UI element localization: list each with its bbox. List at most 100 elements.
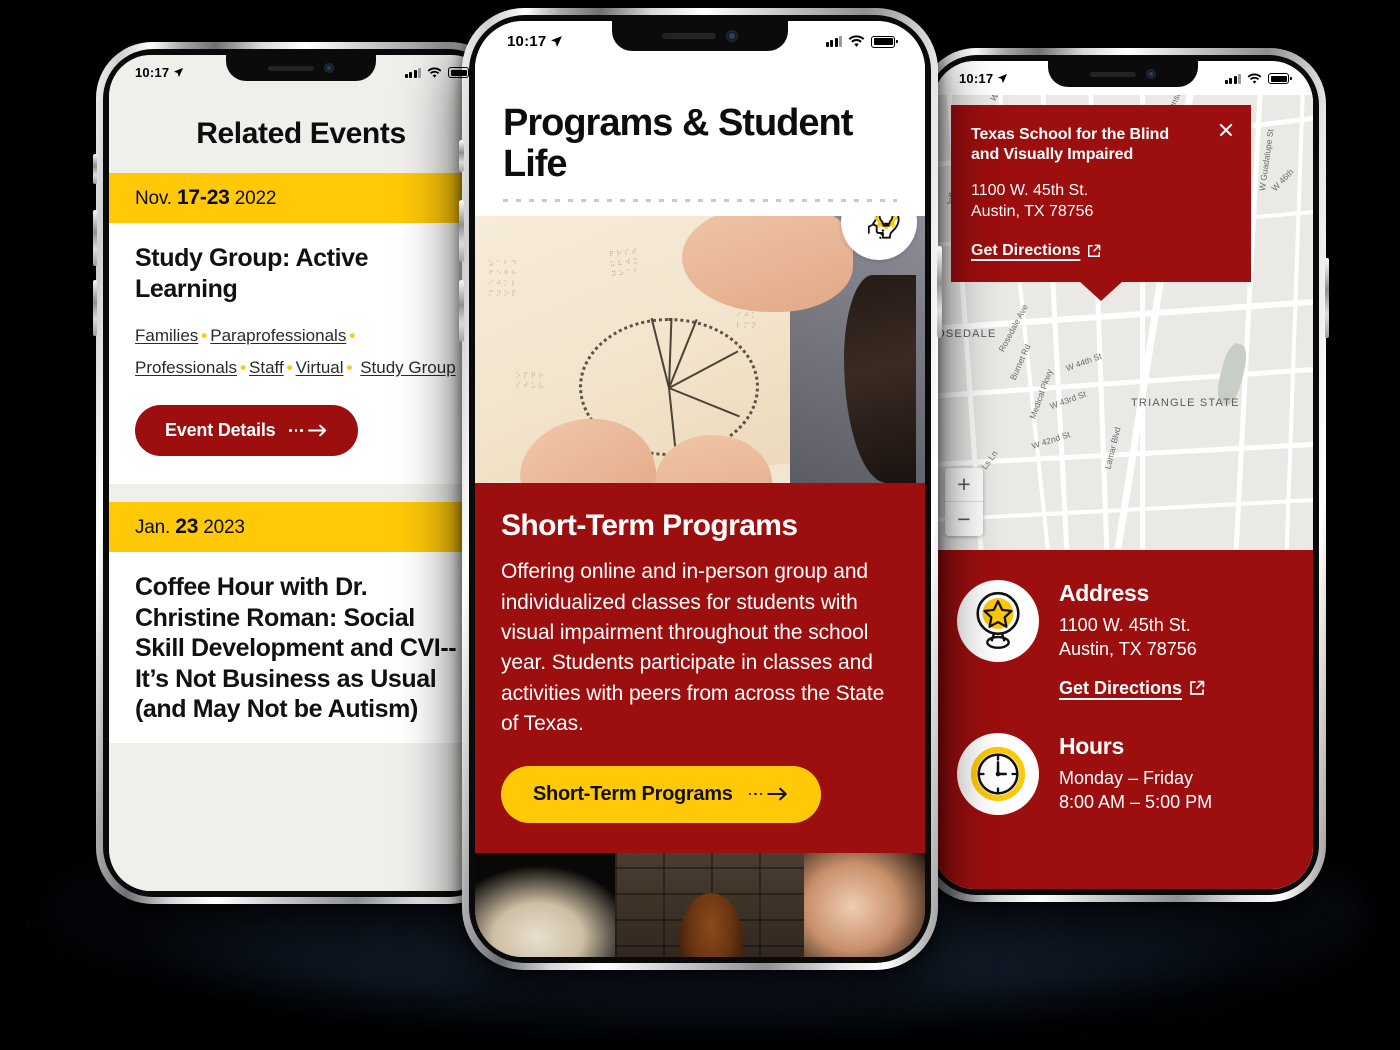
dotted-divider: [503, 199, 897, 203]
map-road: [1284, 95, 1305, 550]
event-card[interactable]: Nov. 17-23 2022 Study Group: Active Lear…: [109, 173, 493, 485]
hours-heading: Hours: [1059, 732, 1124, 759]
external-link-icon: [1088, 244, 1101, 258]
stage-photo-center: [614, 852, 804, 957]
get-directions-link[interactable]: Get Directions: [971, 242, 1101, 260]
external-link-icon: [1190, 680, 1205, 695]
power-button[interactable]: [1325, 258, 1329, 338]
get-directions-link[interactable]: Get Directions: [1059, 678, 1205, 699]
phone-screen: 10:17 Programs & Student Life ⠵⠁⠃⠙ ⠋⠑⠛⠓ …: [475, 21, 925, 957]
short-term-programs-button[interactable]: Short-Term Programs: [501, 765, 822, 823]
related-events-page: Related Events Nov. 17-23 2022 Study Gro…: [109, 55, 493, 891]
address-heading: Address: [1059, 580, 1149, 606]
popup-title: Texas School for the Blind and Visually …: [971, 126, 1170, 164]
phone-notch: [226, 55, 376, 81]
event-card[interactable]: Jan. 23 2023 Coffee Hour with Dr. Christ…: [109, 502, 493, 743]
event-date-days: 23: [175, 515, 199, 539]
tag-separator-dot: •: [286, 357, 293, 377]
map-road: [933, 365, 1313, 400]
arrow-right-icon: [748, 787, 790, 801]
popup-address: 1100 W. 45th St. Austin, TX 78756: [971, 180, 1231, 222]
volume-down-button[interactable]: [458, 280, 464, 342]
front-camera: [324, 63, 334, 73]
mute-switch[interactable]: [93, 154, 97, 184]
programs-page: Programs & Student Life ⠵⠁⠃⠙ ⠋⠑⠛⠓ ⠊⠚⠅⠇ ⠍⠝⠕⠏…: [475, 21, 925, 957]
event-tag-professionals[interactable]: Professionals: [135, 358, 237, 377]
zoom-out-button[interactable]: −: [945, 502, 983, 536]
event-date-bar: Nov. 17-23 2022: [109, 173, 493, 223]
arrow-right-icon: [289, 424, 328, 437]
short-term-programs-card: Short-Term Programs Offering online and …: [475, 483, 925, 853]
event-date-month: Jan.: [135, 517, 171, 539]
contact-details-panel: Address 1100 W. 45th St. Austin, TX 7875…: [933, 550, 1313, 889]
contact-hours-text: Hours Monday – Friday 8:00 AM – 5:00 PM: [1059, 733, 1212, 815]
event-title[interactable]: Study Group: Active Learning: [135, 243, 467, 304]
event-date-year: 2023: [203, 517, 245, 539]
event-date-year: 2022: [234, 188, 277, 209]
tag-separator-dot: •: [349, 326, 356, 345]
map-zoom-controls[interactable]: + −: [945, 468, 983, 536]
event-body: Coffee Hour with Dr. Christine Roman: So…: [109, 552, 493, 743]
phone-screen: 10:17 ROSEDALE TRIANGLE STATE Rosedale A…: [933, 61, 1313, 889]
front-camera: [726, 30, 738, 42]
short-term-programs-label: Short-Term Programs: [533, 782, 733, 805]
map-label-w-46th: W 46th: [1269, 166, 1296, 194]
earpiece-speaker: [1090, 71, 1136, 77]
popup-address-line1: 1100 W. 45th St.: [971, 181, 1089, 199]
phone-center-programs: 10:17 Programs & Student Life ⠵⠁⠃⠙ ⠋⠑⠛⠓ …: [458, 8, 942, 970]
event-date-month: Nov.: [135, 188, 172, 209]
card-body-text: Offering online and in-person group and …: [501, 560, 885, 736]
volume-down-button[interactable]: [93, 280, 97, 336]
power-button[interactable]: [936, 246, 942, 338]
event-tag-paraprofessionals[interactable]: Paraprofessionals: [210, 326, 346, 345]
address-line2: Austin, TX 78756: [1059, 639, 1197, 660]
close-icon[interactable]: [1218, 122, 1234, 138]
screenshot-stage: 10:17 Related Events Nov. 17-23 2022 Stu…: [0, 0, 1400, 1050]
event-tag-list: Families • Paraprofessionals • Professional…: [135, 320, 467, 383]
phone-right-contact-map: 10:17 ROSEDALE TRIANGLE STATE Rosedale A…: [917, 48, 1329, 902]
event-tag-virtual[interactable]: Virtual: [296, 358, 344, 377]
volume-up-button[interactable]: [458, 200, 464, 262]
star-map-pin-icon: [957, 580, 1039, 662]
hours-line2: 8:00 AM – 5:00 PM: [1059, 791, 1213, 812]
braille-dots: ⠕⠏⠟⠗ ⠎⠞⠥⠧: [515, 371, 547, 391]
event-details-button[interactable]: Event Details: [135, 405, 358, 457]
tag-separator-dot: •: [346, 357, 353, 377]
contact-address-text: Address 1100 W. 45th St. Austin, TX 7875…: [1059, 580, 1205, 699]
hero-image-braille-chart: ⠵⠁⠃⠙⠋⠑⠛⠓⠊⠚⠅⠇⠍⠝⠕⠏ ⠟⠗⠎⠞⠥⠧⠺⠭⠽⠵⠁⠃ ⠉⠙⠑⠋⠛⠓⠊⠚⠅⠇…: [475, 216, 925, 484]
popup-address-line2: Austin, TX 78756: [971, 203, 1094, 221]
stage-performance-photo: [475, 852, 925, 957]
get-directions-label: Get Directions: [971, 242, 1081, 260]
zoom-in-button[interactable]: +: [945, 468, 983, 502]
map-label-rosedale: ROSEDALE: [933, 328, 997, 340]
contact-page: ROSEDALE TRIANGLE STATE Rosedale Ave Bur…: [933, 61, 1313, 889]
hero-photo: ⠵⠁⠃⠙⠋⠑⠛⠓⠊⠚⠅⠇⠍⠝⠕⠏ ⠟⠗⠎⠞⠥⠧⠺⠭⠽⠵⠁⠃ ⠉⠙⠑⠋⠛⠓⠊⠚⠅⠇…: [475, 216, 925, 484]
card-heading: Short-Term Programs: [501, 509, 798, 543]
volume-up-button[interactable]: [93, 210, 97, 266]
phone-notch: [1048, 61, 1198, 87]
event-details-label: Event Details: [165, 420, 276, 441]
event-body: Study Group: Active Learning Families • Pa…: [109, 223, 493, 484]
event-tag-staff[interactable]: Staff: [249, 358, 284, 377]
map-label-triangle-state: TRIANGLE STATE: [1131, 397, 1240, 409]
braille-dots: ⠟⠗⠎⠞ ⠥⠧⠺⠭ ⠽⠵⠁⠃: [608, 247, 642, 279]
page-title: Related Events: [196, 117, 406, 150]
map-label-w-43rd-st: W 43rd St: [1048, 388, 1088, 412]
event-title[interactable]: Coffee Hour with Dr. Christine Roman: So…: [135, 572, 467, 725]
tag-separator-dot: •: [240, 357, 247, 377]
braille-dots: ⠵⠁⠃⠙ ⠋⠑⠛⠓ ⠊⠚⠅⠇ ⠍⠝⠕⠏: [488, 259, 520, 299]
page-title: Programs & Student Life: [503, 102, 853, 186]
phone-left-related-events: 10:17 Related Events Nov. 17-23 2022 Stu…: [93, 42, 509, 904]
phone-notch: [612, 21, 788, 51]
event-tag-study-group[interactable]: Study Group: [360, 358, 455, 377]
event-date-bar: Jan. 23 2023: [109, 502, 493, 553]
hours-line1: Monday – Friday: [1059, 767, 1194, 788]
earpiece-speaker: [662, 33, 716, 39]
get-directions-label: Get Directions: [1059, 677, 1183, 698]
address-line1: 1100 W. 45th St.: [1059, 615, 1191, 635]
location-map[interactable]: ROSEDALE TRIANGLE STATE Rosedale Ave Bur…: [933, 95, 1313, 550]
event-tag-families[interactable]: Families: [135, 326, 198, 345]
map-info-popup: Texas School for the Blind and Visually …: [951, 105, 1251, 283]
stage-photo-left: [475, 852, 615, 957]
mute-switch[interactable]: [458, 140, 464, 172]
